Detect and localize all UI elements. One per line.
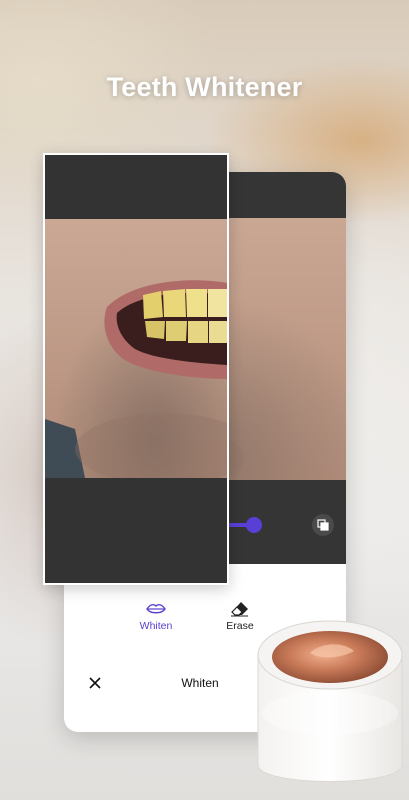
before-frame [43, 153, 229, 585]
promo-headline: Teeth Whitener [106, 72, 303, 102]
lips-icon [126, 598, 186, 620]
decorative-jar-image [250, 595, 409, 795]
compare-button[interactable] [312, 514, 334, 536]
intensity-slider-thumb[interactable] [246, 517, 262, 533]
compare-icon [317, 519, 329, 531]
close-icon [89, 677, 101, 689]
whiten-tool-label: Whiten [139, 620, 173, 632]
bottom-bar-title: Whiten [181, 676, 219, 690]
close-button[interactable] [86, 674, 104, 692]
before-photo [45, 219, 227, 478]
whiten-tool[interactable]: Whiten [126, 598, 186, 632]
